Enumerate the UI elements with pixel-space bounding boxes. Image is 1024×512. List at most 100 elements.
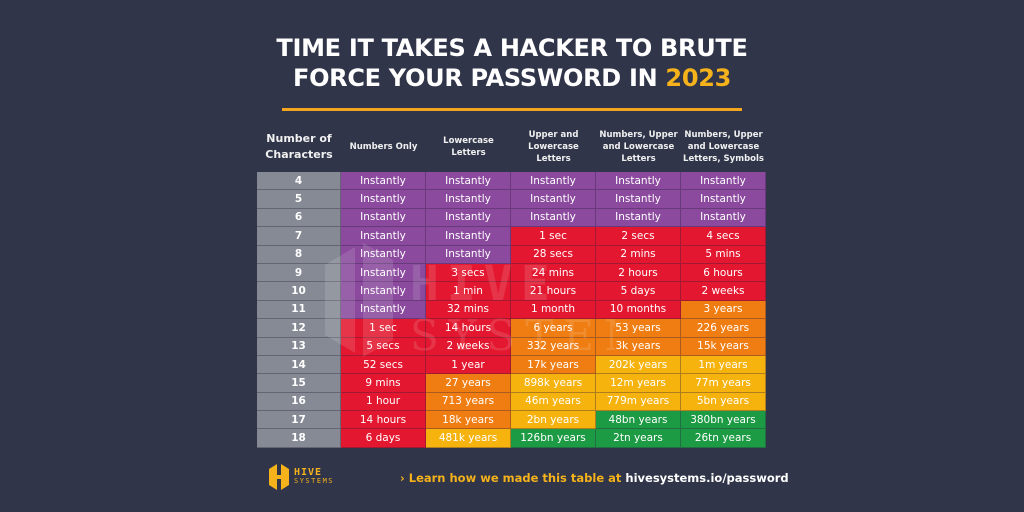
time-cell: 202k years [596, 355, 681, 375]
character-count-cell: 13 [257, 337, 341, 356]
table-row: 16 1 hour 713 years 46m years 779m years 5bn … [257, 392, 767, 412]
time-cell: 1 hour [341, 392, 426, 412]
title-year: 2023 [665, 64, 732, 92]
time-cell: 2 hours [596, 263, 681, 283]
learn-more-link[interactable]: › Learn how we made this table at hivesy… [400, 471, 789, 485]
time-cell: 9 mins [341, 374, 426, 393]
title-underline [282, 108, 742, 111]
hive-logo-icon [269, 464, 289, 490]
time-cell: 3 secs [426, 263, 511, 283]
table-row: 10 Instantly 1 min 21 hours 5 days 2 weeks [257, 282, 767, 301]
time-cell: 12m years [596, 374, 681, 393]
time-cell: 226 years [681, 319, 766, 338]
title-line-2: FORCE YOUR PASSWORD IN 2023 [0, 63, 1024, 93]
character-count-cell: 5 [257, 190, 341, 209]
time-cell: 46m years [511, 392, 596, 412]
table-row: 13 5 secs 2 weeks 332 years 3k years 15k year… [257, 337, 767, 356]
header-numbers-upper-lower: Numbers, Upper and Lowercase Letters [599, 129, 678, 164]
time-cell: Instantly [681, 208, 766, 228]
character-count-cell: 14 [257, 355, 341, 375]
brute-force-table: Number of Characters Numbers Only Lowerc… [257, 122, 767, 448]
table-row: 9 Instantly 3 secs 24 mins 2 hours 6 hours [257, 263, 767, 283]
character-count-cell: 16 [257, 392, 341, 412]
time-cell: 4 secs [681, 227, 766, 246]
time-cell: Instantly [341, 172, 426, 191]
time-cell: 14 hours [426, 319, 511, 338]
time-cell: Instantly [341, 245, 426, 264]
time-cell: Instantly [341, 263, 426, 283]
time-cell: 1 sec [341, 319, 426, 338]
time-cell: 1 min [426, 282, 511, 301]
character-count-cell: 4 [257, 172, 341, 191]
time-cell: 380bn years [681, 411, 766, 430]
time-cell: Instantly [341, 227, 426, 246]
time-cell: 3 years [681, 300, 766, 320]
time-cell: 24 mins [511, 263, 596, 283]
title-line-1: TIME IT TAKES A HACKER TO BRUTE [276, 34, 748, 62]
table-body: 4 Instantly Instantly Instantly Instantly Ins… [257, 172, 767, 448]
time-cell: 3k years [596, 337, 681, 356]
character-count-cell: 9 [257, 263, 341, 283]
logo-text-systems: SYSTEMS [294, 477, 335, 485]
time-cell: 6 hours [681, 263, 766, 283]
time-cell: 52 secs [341, 355, 426, 375]
time-cell: Instantly [426, 245, 511, 264]
table-row: 15 9 mins 27 years 898k years 12m years 77m y… [257, 374, 767, 393]
time-cell: 779m years [596, 392, 681, 412]
time-cell: 48bn years [596, 411, 681, 430]
time-cell: 1 month [511, 300, 596, 320]
time-cell: Instantly [511, 208, 596, 228]
time-cell: 5 days [596, 282, 681, 301]
table-row: 12 1 sec 14 hours 6 years 53 years 226 years [257, 319, 767, 338]
time-cell: 481k years [426, 429, 511, 448]
time-cell: Instantly [596, 190, 681, 209]
time-cell: Instantly [341, 190, 426, 209]
character-count-cell: 18 [257, 429, 341, 448]
learn-more-url[interactable]: hivesystems.io/password [625, 471, 788, 485]
character-count-cell: 8 [257, 245, 341, 264]
table-row: 14 52 secs 1 year 17k years 202k years 1m yea… [257, 355, 767, 375]
time-cell: 1 year [426, 355, 511, 375]
time-cell: 5bn years [681, 392, 766, 412]
time-cell: 126bn years [511, 429, 596, 448]
time-cell: 10 months [596, 300, 681, 320]
learn-more-text: › Learn how we made this table at [400, 471, 626, 485]
time-cell: 713 years [426, 392, 511, 412]
time-cell: 1 sec [511, 227, 596, 246]
table-row: 8 Instantly Instantly 28 secs 2 mins 5 mins [257, 245, 767, 264]
table-row: 18 6 days 481k years 126bn years 2tn years 26… [257, 429, 767, 448]
time-cell: Instantly [341, 300, 426, 320]
table-row: 11 Instantly 32 mins 1 month 10 months 3 year… [257, 300, 767, 320]
time-cell: 14 hours [341, 411, 426, 430]
time-cell: 27 years [426, 374, 511, 393]
time-cell: Instantly [426, 208, 511, 228]
time-cell: Instantly [426, 172, 511, 191]
time-cell: 2 weeks [681, 282, 766, 301]
character-count-cell: 10 [257, 282, 341, 301]
table-row: 4 Instantly Instantly Instantly Instantly Ins… [257, 172, 767, 191]
time-cell: Instantly [511, 172, 596, 191]
header-number-of-characters: Number of Characters [265, 131, 333, 161]
table-row: 6 Instantly Instantly Instantly Instantly Ins… [257, 208, 767, 228]
time-cell: Instantly [681, 172, 766, 191]
time-cell: 2tn years [596, 429, 681, 448]
time-cell: 32 mins [426, 300, 511, 320]
time-cell: Instantly [426, 227, 511, 246]
header-numbers-only: Numbers Only [349, 141, 418, 152]
hive-systems-logo: HIVE SYSTEMS [268, 463, 334, 491]
table-row: 5 Instantly Instantly Instantly Instantly Ins… [257, 190, 767, 209]
character-count-cell: 7 [257, 227, 341, 246]
time-cell: 332 years [511, 337, 596, 356]
time-cell: 1m years [681, 355, 766, 375]
character-count-cell: 17 [257, 411, 341, 430]
time-cell: 2bn years [511, 411, 596, 430]
time-cell: 5 secs [341, 337, 426, 356]
table-header-row: Number of Characters Numbers Only Lowerc… [257, 122, 767, 171]
time-cell: 2 mins [596, 245, 681, 264]
time-cell: 2 weeks [426, 337, 511, 356]
time-cell: 6 days [341, 429, 426, 448]
time-cell: Instantly [596, 208, 681, 228]
logo-text-hive: HIVE [294, 467, 323, 478]
title-line-2-prefix: FORCE YOUR PASSWORD IN [292, 64, 666, 92]
time-cell: 53 years [596, 319, 681, 338]
